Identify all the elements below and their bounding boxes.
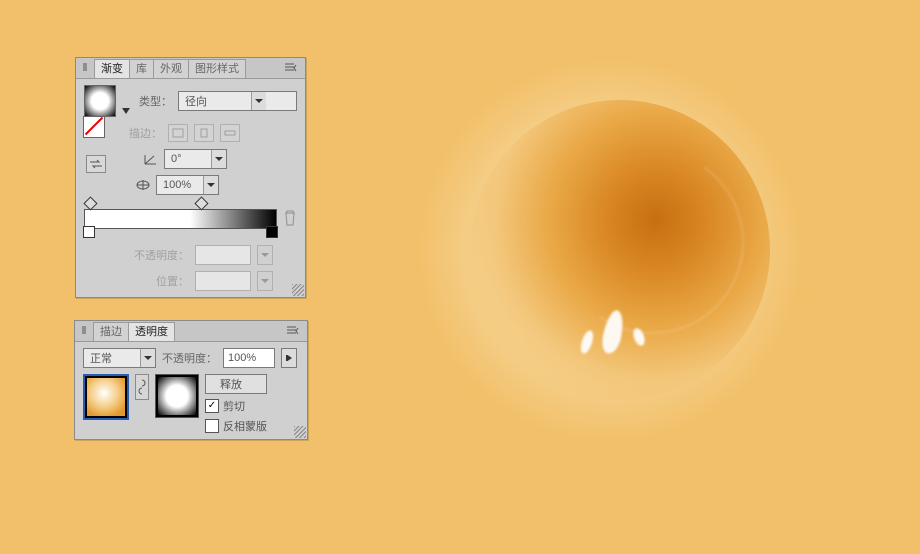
stroke-align-outside-button[interactable] — [220, 124, 240, 142]
artwork-highlight — [631, 327, 647, 347]
stroke-label: 描边： — [126, 125, 162, 141]
gradient-aspect-input[interactable]: 100% — [156, 175, 219, 195]
gradient-color-stop[interactable] — [266, 226, 278, 238]
gradient-angle-input[interactable]: 0° — [164, 149, 227, 169]
stop-location-input[interactable] — [195, 271, 251, 291]
resize-grip[interactable] — [292, 284, 304, 296]
checkbox-icon — [205, 399, 219, 413]
artwork-sphere — [470, 100, 770, 400]
chevron-down-icon — [257, 245, 273, 265]
mask-link-icon[interactable] — [135, 374, 149, 400]
stop-opacity-input[interactable] — [195, 245, 251, 265]
opacity-input[interactable]: 100% — [223, 348, 275, 368]
angle-icon — [144, 153, 158, 165]
gradient-type-select[interactable]: 径向 — [178, 91, 297, 111]
chevron-down-icon — [140, 349, 155, 367]
checkbox-icon — [205, 419, 219, 433]
chevron-down-icon — [203, 176, 218, 194]
tab-graphic-styles[interactable]: 图形样式 — [188, 59, 246, 78]
opacity-stepper[interactable] — [281, 348, 297, 368]
chevron-down-icon — [251, 92, 266, 110]
artwork-thumbnail[interactable] — [83, 374, 129, 420]
blend-mode-select[interactable]: 正常 — [83, 348, 156, 368]
tab-gradient[interactable]: 渐变 — [94, 59, 130, 78]
gradient-type-value: 径向 — [179, 93, 251, 109]
artwork-preview — [360, 30, 880, 530]
artwork-highlight — [579, 329, 596, 355]
artwork-highlight — [600, 309, 627, 356]
stroke-swatch-wrap — [83, 116, 105, 138]
clip-checkbox[interactable]: 剪切 — [205, 398, 267, 414]
artwork-arc-highlight — [545, 135, 758, 348]
tab-collapse-icon[interactable] — [80, 62, 94, 75]
reverse-gradient-button[interactable] — [86, 155, 106, 173]
tab-transparency[interactable]: 透明度 — [128, 322, 175, 341]
artwork-glow — [410, 50, 810, 450]
transparency-panel: 描边 透明度 正常 不透明度： 100% 释放 剪切 — [74, 320, 308, 440]
mask-thumbnail[interactable] — [155, 374, 199, 418]
gradient-stroke-swatch[interactable] — [83, 116, 105, 138]
opacity-label: 不透明度： — [134, 247, 189, 263]
gradient-fill-swatch[interactable] — [84, 85, 116, 117]
aspect-ratio-icon — [136, 179, 150, 191]
release-mask-button[interactable]: 释放 — [205, 374, 267, 394]
chevron-down-icon — [257, 271, 273, 291]
gradient-panel: 渐变 库 外观 图形样式 类型： 径向 描边： — [75, 57, 306, 298]
location-label: 位置： — [153, 273, 189, 289]
stroke-align-inside-button[interactable] — [168, 124, 188, 142]
stroke-align-center-button[interactable] — [194, 124, 214, 142]
invert-mask-checkbox[interactable]: 反相蒙版 — [205, 418, 267, 434]
type-label: 类型： — [136, 93, 172, 109]
gradient-color-stop[interactable] — [83, 226, 95, 238]
swatch-flyout-icon[interactable] — [122, 105, 130, 117]
chevron-down-icon — [211, 150, 226, 168]
panel-tabbar: 渐变 库 外观 图形样式 — [76, 58, 305, 79]
panel-tabbar: 描边 透明度 — [75, 321, 307, 342]
gradient-midpoint[interactable] — [83, 196, 97, 210]
resize-grip[interactable] — [294, 426, 306, 438]
tab-appearance[interactable]: 外观 — [153, 59, 189, 78]
panel-menu-icon[interactable] — [283, 326, 303, 336]
tab-library[interactable]: 库 — [129, 59, 154, 78]
gradient-ramp[interactable] — [84, 209, 277, 229]
gradient-midpoint[interactable] — [194, 196, 208, 210]
tab-collapse-icon[interactable] — [79, 325, 93, 338]
panel-menu-icon[interactable] — [281, 63, 301, 73]
gradient-tool-column — [86, 155, 106, 173]
opacity-label: 不透明度： — [162, 350, 217, 366]
tab-stroke[interactable]: 描边 — [93, 322, 129, 341]
trash-icon[interactable] — [283, 210, 297, 229]
